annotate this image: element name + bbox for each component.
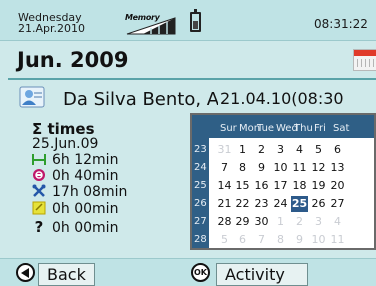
calendar-day[interactable]: 6	[234, 232, 251, 248]
calendar-day[interactable]: 10	[272, 160, 289, 176]
calendar-day[interactable]: 27	[329, 196, 346, 212]
calendar-day[interactable]: 14	[216, 178, 233, 194]
time-row-tools: 17h 08min	[32, 184, 127, 200]
calendar-day[interactable]: 11	[291, 160, 308, 176]
calendar-day[interactable]: 2	[253, 142, 270, 158]
weekday-label: Fri	[314, 123, 326, 134]
calendar-day[interactable]: 22	[234, 196, 251, 212]
week-number: 25	[194, 180, 207, 191]
calendar-day[interactable]: 31	[216, 142, 233, 158]
patient-timestamp: 21.04.10(08:30	[218, 89, 344, 108]
memory-label: Memory	[125, 13, 160, 22]
weekday-label: Tue	[257, 123, 275, 134]
time-value: 0h 00min	[52, 201, 119, 217]
calendar-day[interactable]: 29	[234, 214, 251, 230]
calendar-day[interactable]: 16	[253, 178, 270, 194]
calendar-day[interactable]: 7	[253, 232, 270, 248]
calendar-day[interactable]: 11	[329, 232, 346, 248]
tools-icon	[32, 184, 46, 198]
time-row-work: 6h 12min	[32, 152, 118, 168]
calendar-day[interactable]: 2	[291, 214, 308, 230]
status-bar: Wednesday 21.Apr.2010 Memory 08:31:22	[0, 0, 376, 41]
calendar-day[interactable]: 4	[329, 214, 346, 230]
question-icon: ?	[34, 218, 44, 236]
weekday-label: Sat	[333, 123, 350, 134]
calendar-day[interactable]: 13	[329, 160, 346, 176]
page-title: Jun. 2009	[17, 48, 129, 72]
calendar-day[interactable]: 23	[253, 196, 270, 212]
work-bracket-icon	[32, 152, 46, 166]
calendar-day[interactable]: 15	[234, 178, 251, 194]
calendar-day[interactable]: 17	[272, 178, 289, 194]
activity-label: Activity	[216, 263, 308, 286]
calendar-day[interactable]: 9	[253, 160, 270, 176]
patient-name: Da Silva Bento, An	[63, 89, 231, 110]
status-date-text: 21.Apr.2010	[18, 22, 86, 35]
status-date: Wednesday 21.Apr.2010	[18, 12, 85, 34]
back-arrow-icon	[16, 263, 35, 282]
week-number: 23	[194, 144, 207, 155]
note-icon	[32, 201, 46, 215]
title-divider	[8, 78, 376, 80]
softkey-bar: Back OK Activity	[0, 258, 376, 286]
time-value: 0h 00min	[52, 220, 119, 236]
calendar-day[interactable]: 1	[272, 214, 289, 230]
time-value: 0h 40min	[52, 168, 119, 184]
mini-calendar[interactable]: Sur Mon Tue Wed Thu Fri Sat 23 31 1 2 3 4 5 6 24 7 8 9 10 11…	[190, 113, 376, 250]
time-row-unknown: ? 0h 00min	[32, 218, 119, 236]
calendar-day[interactable]: 1	[234, 142, 251, 158]
calendar-day[interactable]: 18	[291, 178, 308, 194]
calendar-day[interactable]: 5	[216, 232, 233, 248]
calendar-day[interactable]: 8	[234, 160, 251, 176]
calendar-day[interactable]: 10	[310, 232, 327, 248]
time-row-break: 0h 40min	[32, 168, 118, 184]
calendar-day[interactable]: 30	[253, 214, 270, 230]
calendar-day[interactable]: 3	[272, 142, 289, 158]
time-value: 17h 08min	[52, 184, 128, 200]
battery-icon	[190, 9, 201, 32]
week-number: 26	[194, 198, 207, 209]
calendar-day[interactable]: 20	[329, 178, 346, 194]
calendar-day[interactable]: 3	[310, 214, 327, 230]
time-value: 6h 12min	[52, 152, 119, 168]
calendar-day[interactable]: 24	[272, 196, 289, 212]
calendar-day[interactable]: 26	[310, 196, 327, 212]
weekday-label: Sur	[220, 123, 237, 134]
time-row-note: 0h 00min	[32, 201, 118, 217]
calendar-day[interactable]: 4	[291, 142, 308, 158]
break-circle-icon	[32, 168, 46, 182]
calendar-day[interactable]: 8	[272, 232, 289, 248]
calendar-day[interactable]: 28	[216, 214, 233, 230]
calendar-icon[interactable]	[353, 49, 376, 71]
user-card-icon	[19, 84, 45, 110]
week-number: 28	[194, 234, 207, 245]
calendar-day[interactable]: 7	[216, 160, 233, 176]
status-clock: 08:31:22	[314, 17, 368, 31]
week-number: 27	[194, 216, 207, 227]
times-date: 25.Jun.09	[32, 136, 99, 152]
calendar-day[interactable]: 19	[310, 178, 327, 194]
calendar-day[interactable]: 9	[291, 232, 308, 248]
weekday-label: Thu	[294, 123, 313, 134]
ok-key-icon: OK	[191, 263, 210, 282]
calendar-day[interactable]: 5	[310, 142, 327, 158]
calendar-day[interactable]: 25	[291, 196, 308, 212]
back-label: Back	[38, 263, 95, 286]
calendar-day[interactable]: 21	[216, 196, 233, 212]
calendar-day[interactable]: 6	[329, 142, 346, 158]
week-number: 24	[194, 162, 207, 173]
calendar-day[interactable]: 12	[310, 160, 327, 176]
